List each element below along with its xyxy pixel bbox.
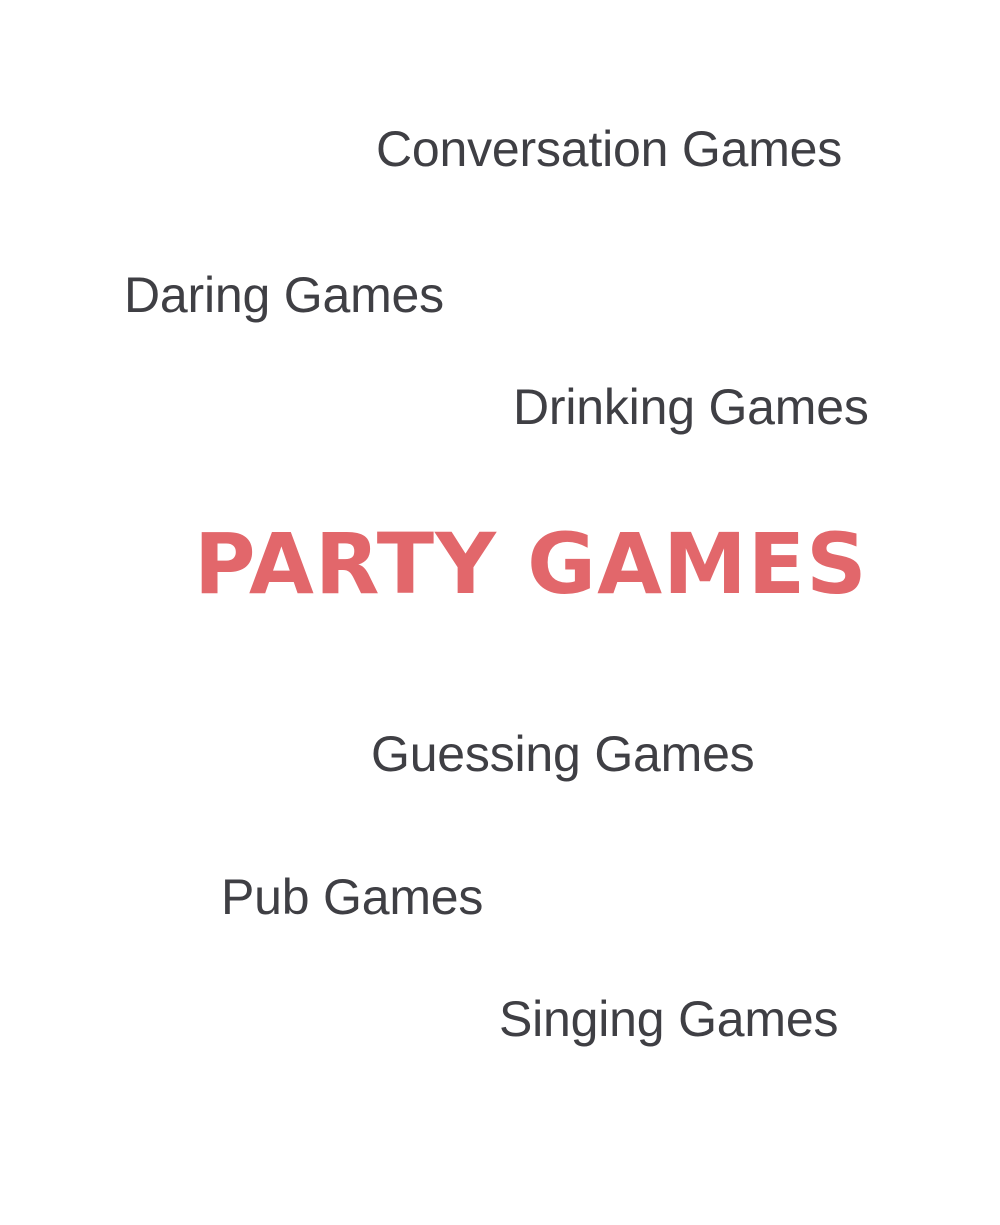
category-drinking-games: Drinking Games — [513, 379, 869, 435]
category-conversation-games: Conversation Games — [376, 121, 843, 177]
party-games-word-map: Conversation Games Daring Games Drinking… — [0, 0, 1000, 1225]
category-singing-games: Singing Games — [499, 991, 839, 1047]
central-title: PARTY GAMES — [194, 515, 868, 613]
category-guessing-games: Guessing Games — [371, 726, 755, 782]
category-daring-games: Daring Games — [124, 267, 444, 323]
category-pub-games: Pub Games — [221, 869, 484, 925]
